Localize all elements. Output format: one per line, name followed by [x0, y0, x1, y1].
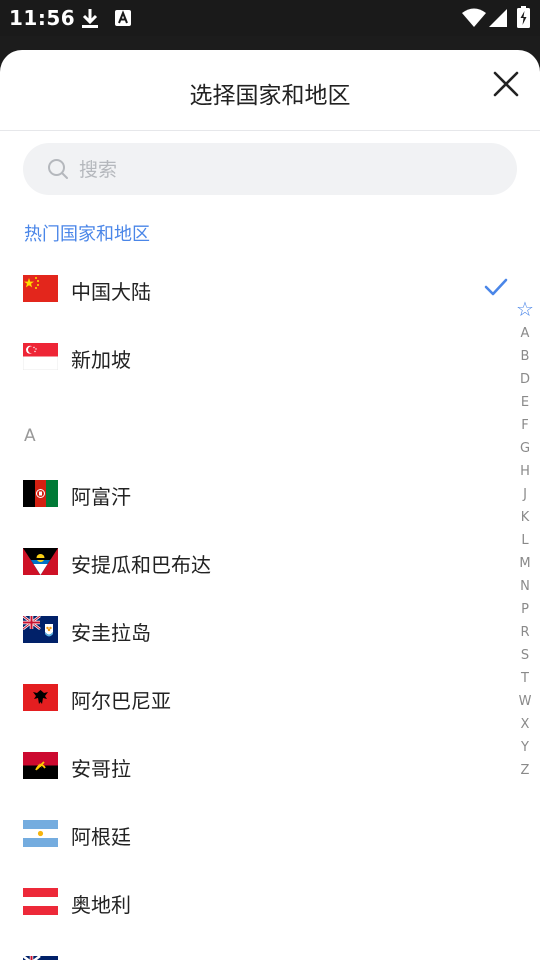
country-name: 安提瓜和巴布达 [71, 553, 211, 577]
index-letter-y[interactable]: Y [510, 736, 540, 759]
flag-china-icon [23, 275, 58, 302]
flag-antigua-barbuda-icon [23, 548, 58, 575]
index-letter-t[interactable]: T [510, 667, 540, 690]
country-name: 阿根廷 [71, 825, 131, 849]
country-row-anguilla[interactable]: 安圭拉岛 [0, 596, 500, 664]
signal-icon [488, 8, 508, 32]
country-name: 奥地利 [71, 893, 131, 917]
index-letter-f[interactable]: F [510, 414, 540, 437]
status-bar: 11:56 [0, 0, 540, 36]
index-letter-w[interactable]: W [510, 690, 540, 713]
index-letter-d[interactable]: D [510, 368, 540, 391]
download-icon [80, 7, 100, 33]
flag-australia-icon [23, 956, 58, 960]
country-row-austria[interactable]: 奥地利 [0, 868, 500, 936]
status-time: 11:56 [9, 6, 76, 30]
index-letter-x[interactable]: X [510, 713, 540, 736]
country-name: 中国大陆 [71, 280, 151, 304]
index-letter-n[interactable]: N [510, 575, 540, 598]
country-row-albania[interactable]: 阿尔巴尼亚 [0, 664, 500, 732]
index-letter-h[interactable]: H [510, 460, 540, 483]
translate-app-icon [114, 9, 132, 31]
search-input[interactable] [77, 155, 501, 185]
country-row-partial[interactable] [0, 936, 500, 960]
index-letter-e[interactable]: E [510, 391, 540, 414]
index-letter-s[interactable]: S [510, 644, 540, 667]
index-letter-r[interactable]: R [510, 621, 540, 644]
country-row-antigua-barbuda[interactable]: 安提瓜和巴布达 [0, 528, 500, 596]
wifi-icon [462, 8, 486, 32]
check-icon [484, 277, 508, 301]
flag-albania-icon [23, 684, 58, 711]
country-name: 阿富汗 [71, 485, 131, 509]
country-name: 安哥拉 [71, 757, 131, 781]
section-title-a: A [24, 426, 36, 446]
search-icon [48, 159, 68, 179]
index-letter-a[interactable]: A [510, 322, 540, 345]
search-box[interactable] [23, 143, 517, 195]
flag-austria-icon [23, 888, 58, 915]
country-row-angola[interactable]: 安哥拉 [0, 732, 500, 800]
index-letter-j[interactable]: J [510, 483, 540, 506]
country-row-argentina[interactable]: 阿根廷 [0, 800, 500, 868]
battery-charging-icon [517, 6, 530, 32]
country-row-afghanistan[interactable]: 阿富汗 [0, 460, 500, 528]
country-name: 新加坡 [71, 348, 131, 372]
index-letter-g[interactable]: G [510, 437, 540, 460]
index-letter-p[interactable]: P [510, 598, 540, 621]
index-letter-m[interactable]: M [510, 552, 540, 575]
flag-angola-icon [23, 752, 58, 779]
section-title-hot: 热门国家和地区 [24, 224, 150, 245]
close-button[interactable] [490, 68, 522, 100]
close-icon [493, 71, 519, 97]
alphabet-index-bar[interactable]: ☆ A B D E F G H J K L M N P R S T W X Y … [510, 296, 540, 782]
page-title: 选择国家和地区 [189, 83, 351, 109]
country-picker-sheet: 选择国家和地区 热门国家和地区 中国大陆 [0, 50, 540, 960]
flag-argentina-icon [23, 820, 58, 847]
flag-singapore-icon [23, 343, 58, 370]
flag-anguilla-icon [23, 616, 58, 643]
country-name: 安圭拉岛 [71, 621, 151, 645]
sheet-header: 选择国家和地区 [0, 50, 540, 131]
index-letter-l[interactable]: L [510, 529, 540, 552]
country-name: 阿尔巴尼亚 [71, 689, 171, 713]
country-row-singapore[interactable]: 新加坡 [0, 323, 500, 391]
flag-afghanistan-icon [23, 480, 58, 507]
index-letter-k[interactable]: K [510, 506, 540, 529]
index-letter-b[interactable]: B [510, 345, 540, 368]
index-letter-z[interactable]: Z [510, 759, 540, 782]
index-star-icon[interactable]: ☆ [510, 296, 540, 322]
country-row-china[interactable]: 中国大陆 [0, 255, 508, 323]
